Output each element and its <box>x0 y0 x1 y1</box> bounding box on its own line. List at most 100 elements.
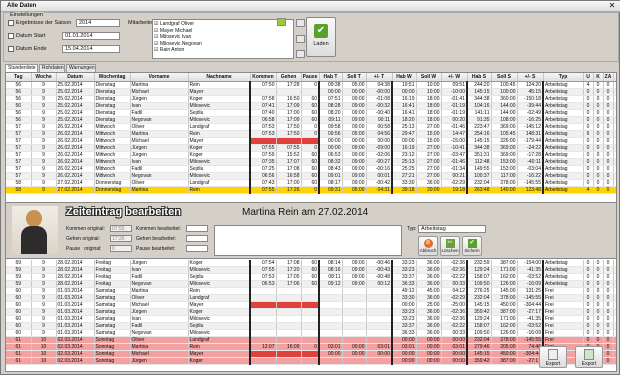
edit-icon[interactable] <box>617 296 618 301</box>
column-header[interactable]: Soll W <box>416 73 442 82</box>
column-header[interactable]: Woche <box>31 73 57 82</box>
edit-cell[interactable] <box>613 329 616 338</box>
edit-cell[interactable] <box>613 280 616 289</box>
edit-cell[interactable] <box>613 315 618 324</box>
employee-list[interactable]: ☑ Landgraf Oliver ☑ Mayer Michael ☑ Milo… <box>152 19 294 59</box>
edit-icon[interactable] <box>617 117 618 122</box>
table-row[interactable]: 58 9 27.02.2014 Donnerstag Oliver Landgraf 07:… <box>6 179 618 187</box>
column-header[interactable]: +/- S <box>517 73 544 82</box>
edit-icon[interactable] <box>617 138 618 143</box>
export-button-1[interactable]: Export <box>539 346 567 368</box>
edit-icon[interactable] <box>617 180 618 185</box>
edit-icon[interactable] <box>617 159 618 164</box>
edit-icon[interactable] <box>617 317 618 322</box>
table-row[interactable]: 60 9 01.03.2014 Samstag Fadil Sejdiu 33:37 36:0… <box>6 322 618 331</box>
table-row[interactable]: 57 9 26.02.2014 Mittwoch Ivan Milosevic 07:35 1… <box>6 158 618 166</box>
table-row[interactable]: 60 9 01.03.2014 Samstag Oliver Landgraf 33:30 3… <box>6 294 618 303</box>
edit-cell[interactable] <box>613 266 618 275</box>
pause-edit-field[interactable] <box>186 245 208 252</box>
edit-cell[interactable] <box>613 336 618 345</box>
edit-icon[interactable] <box>617 166 618 171</box>
edit-icon[interactable] <box>617 103 618 108</box>
edit-cell[interactable] <box>613 123 618 131</box>
column-header[interactable]: ZA <box>603 73 614 82</box>
table-row[interactable]: 57 9 26.02.2014 Mittwoch Fadil Sejdiu 07:25 17:… <box>6 165 618 173</box>
table-row[interactable]: 59 9 28.02.2014 Freitag Jürgen Koger 07:54 17:0… <box>6 260 618 268</box>
table-row[interactable]: 60 9 01.03.2014 Samstag Negovan Milosevic 36:3… <box>6 329 616 338</box>
save-button[interactable]: ✔ Sichern <box>462 236 482 256</box>
table-row[interactable]: 58 9 27.02.2014 Donnerstag Martina Rein 07:55 1… <box>6 186 618 194</box>
kommen-edit-field[interactable] <box>186 225 208 232</box>
edit-icon[interactable] <box>617 268 618 273</box>
edit-cell[interactable] <box>613 308 618 317</box>
edit-cell[interactable] <box>613 144 618 152</box>
table-row[interactable]: 60 9 01.03.2014 Samstag Jürgen Koger 33:23 36:0… <box>6 308 618 317</box>
edit-cell[interactable] <box>613 273 618 282</box>
edit-icon[interactable] <box>617 131 618 136</box>
edit-icon[interactable] <box>617 173 618 178</box>
end-checkbox[interactable] <box>8 46 14 52</box>
edit-icon[interactable] <box>617 324 618 329</box>
edit-cell[interactable] <box>613 158 618 166</box>
edit-cell[interactable] <box>613 172 618 180</box>
edit-icon[interactable] <box>617 275 618 280</box>
edit-cell[interactable] <box>613 81 616 89</box>
edit-icon[interactable] <box>617 345 618 350</box>
table-row[interactable]: 57 9 26.02.2014 Mittwoch Martina Rein 07:53 17:… <box>6 130 618 138</box>
edit-cell[interactable] <box>613 109 616 117</box>
table-row[interactable]: 56 9 25.02.2014 Dienstag Negovan Milosevic 06:… <box>6 116 618 124</box>
comment-field[interactable] <box>214 225 402 256</box>
column-header[interactable]: K <box>593 73 604 82</box>
table-row[interactable]: 57 9 26.02.2014 Mittwoch Jürgen Koger 07:55 07:… <box>6 144 618 152</box>
edit-icon[interactable] <box>617 152 618 157</box>
edit-icon[interactable] <box>617 289 618 294</box>
end-date-field[interactable]: 15.04.2014 <box>62 45 120 53</box>
edit-cell[interactable] <box>613 95 618 103</box>
edit-cell[interactable] <box>613 343 618 352</box>
column-header[interactable]: Hab W <box>392 73 417 82</box>
column-header[interactable]: Datum <box>56 73 95 82</box>
table-row[interactable]: 60 9 01.03.2014 Samstag Ivan Milosevic 33:23 36… <box>6 315 618 324</box>
close-icon[interactable]: ✕ <box>607 1 617 11</box>
table-row[interactable]: 56 9 25.02.2014 Dienstag Fadil Sejdiu 07:40 17:… <box>6 109 616 117</box>
select-all-button[interactable] <box>277 18 286 26</box>
table-row[interactable]: 56 9 25.02.2014 Dienstag Ivan Milosevic 07:41 1… <box>6 102 618 110</box>
edit-icon[interactable] <box>617 310 618 315</box>
edit-icon[interactable] <box>617 187 618 192</box>
load-button[interactable]: ✔ Laden <box>306 17 336 57</box>
table-row[interactable]: 61 10 02.03.2014 Sonntag Michael Mayer 00:00 00… <box>6 350 618 359</box>
table-row[interactable]: 60 9 01.03.2014 Samstag Martina Rein 49:12 45:0… <box>6 287 618 296</box>
column-header[interactable]: U <box>583 73 594 82</box>
edit-icon[interactable] <box>617 338 618 343</box>
edit-cell[interactable] <box>613 116 618 124</box>
edit-icon[interactable] <box>617 352 618 357</box>
tab-rohdaten[interactable]: Rohdaten <box>39 64 65 72</box>
edit-icon[interactable] <box>617 303 618 308</box>
edit-cell[interactable] <box>613 179 618 187</box>
only-year-checkbox[interactable] <box>8 20 14 26</box>
edit-cell[interactable] <box>613 301 618 310</box>
cancel-button[interactable]: ⊘ Abbruch <box>418 236 438 256</box>
edit-cell[interactable] <box>613 165 618 173</box>
table-row[interactable]: 59 9 28.02.2014 Freitag Negovan Milosevic 06:5… <box>6 280 616 289</box>
edit-cell[interactable] <box>613 357 616 366</box>
column-header[interactable]: Gehen <box>276 73 302 82</box>
column-header[interactable]: Tag <box>6 73 32 82</box>
table-row[interactable]: 57 9 26.02.2014 Mittwoch Michael Mayer 00:00 00… <box>6 137 618 145</box>
table-row[interactable]: 61 10 02.03.2014 Sonntag Martina Rein 12:07 16:… <box>6 343 618 352</box>
edit-icon[interactable] <box>617 124 618 129</box>
edit-icon[interactable] <box>617 145 618 150</box>
edit-cell[interactable] <box>613 130 618 138</box>
edit-cell[interactable] <box>613 287 618 296</box>
delete-button[interactable]: ✂ Löschen <box>440 236 460 256</box>
edit-icon[interactable] <box>617 96 618 101</box>
edit-icon[interactable] <box>617 260 618 265</box>
column-header[interactable]: Wochentag <box>94 73 131 82</box>
table-row[interactable]: 61 10 02.03.2014 Sonntag Jürgen Koger 00:00 00:… <box>6 357 616 366</box>
edit-cell[interactable] <box>613 102 618 110</box>
edit-cell[interactable] <box>613 260 618 268</box>
tab-warnungen[interactable]: Warnungen <box>66 64 96 72</box>
column-header[interactable]: Hab T <box>319 73 343 82</box>
table-row[interactable]: 56 9 25.02.2014 Dienstag Michael Mayer 00:00 00… <box>6 88 616 96</box>
column-header[interactable]: Nachname <box>188 73 251 82</box>
